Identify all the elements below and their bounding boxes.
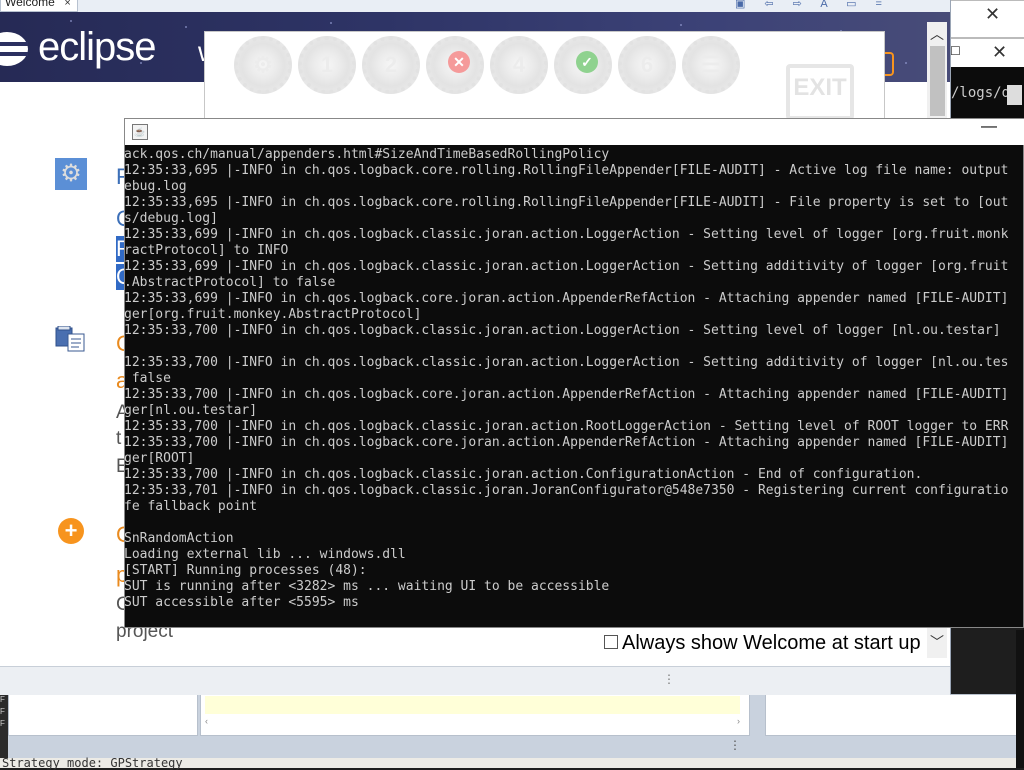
resize-grip-icon[interactable]: ⋮ [663,672,675,686]
customize-gear-icon[interactable]: ⚙ [55,158,87,190]
settings-step-icon[interactable]: ⚙ [234,36,292,94]
console-line: 12:35:33,699 |-INFO in ch.qos.logback.cl… [124,227,1009,242]
clipboard-icon[interactable] [55,325,87,352]
console-line: ger[nl.ou.testar] [124,403,258,418]
eclipse-logo-text: eclipse [38,25,157,69]
always-show-label: Always show Welcome at start up [622,632,921,654]
console-line: .AbstractProtocol] to false [124,275,336,290]
scroll-down-icon[interactable]: ﹀ [930,632,944,652]
bottom-middle-hscroll[interactable]: ‹ › [205,716,740,728]
close-icon[interactable]: ✕ [992,42,1007,63]
console-line: false [124,371,171,386]
bottom-left-panel [8,694,198,736]
console-line: 12:35:33,701 |-INFO in ch.qos.logback.cl… [124,483,1009,498]
console-line: 12:35:33,695 |-INFO in ch.qos.logback.co… [124,163,1009,178]
console-line: [START] Running processes (48): [124,563,367,578]
console-line: ack.qos.ch/manual/appenders.html#SizeAnd… [124,147,610,162]
console-line: SUT is running after <3282> ms ... waiti… [124,579,610,594]
bottom-right-panel [765,694,1017,736]
eclipse-logo-icon [0,32,28,66]
console-line: 12:35:33,700 |-INFO in ch.qos.logback.cl… [124,419,1009,434]
minimize-icon[interactable]: — [981,118,997,136]
scroll-thumb[interactable] [930,46,945,116]
bottom-middle-text-field[interactable] [205,696,740,714]
console-line: ebug.log [124,179,187,194]
console-line: 12:35:33,700 |-INFO in ch.qos.logback.cl… [124,355,1009,370]
console-line: 12:35:33,700 |-INFO in ch.qos.logback.cl… [124,467,923,482]
console-line: 12:35:33,700 |-INFO in ch.qos.logback.co… [124,435,1009,450]
console-line: ger[ROOT] [124,451,195,466]
step-4-icon[interactable]: 4 [490,36,548,94]
step-1-icon[interactable]: 1 [298,36,356,94]
tab-welcome[interactable]: Welcome × [0,0,78,12]
console-line: ractProtocol] to INFO [124,243,289,258]
console-line: s/debug.log] [124,211,218,226]
console-titlebar[interactable] [125,119,1024,145]
exit-button[interactable]: EXIT [786,64,854,120]
success-check-icon: ✓ [576,51,598,73]
resize-grip-icon[interactable]: ⋮ [729,738,741,752]
console-line: 12:35:33,695 |-INFO in ch.qos.logback.co… [124,195,1009,210]
console-line: SUT accessible after <5595> ms [124,595,359,610]
welcome-item-desc: t [116,428,122,449]
java-icon: ☕ [132,124,148,140]
error-x-icon: ✕ [448,51,470,73]
console-line: ger[org.fruit.monkey.AbstractProtocol] [124,307,422,322]
console-line: SnRandomAction [124,531,234,546]
scroll-up-icon[interactable]: ︿ [930,24,944,44]
plus-icon[interactable]: + [58,518,84,544]
welcome-bottom-bar [0,666,950,695]
list-step-icon[interactable]: ☰ [682,36,740,94]
close-icon[interactable]: × [64,0,70,10]
console-output[interactable]: ack.qos.ch/manual/appenders.html#SizeAnd… [124,147,1024,627]
console-line: 12:35:33,699 |-INFO in ch.qos.logback.co… [124,291,1009,306]
left-console-strip: F F F [0,694,8,758]
tab-welcome-label: Welcome [5,0,55,9]
right-edge-strip [1016,630,1024,768]
always-show-checkbox[interactable]: Always show Welcome at start up [604,632,921,655]
console-line: 12:35:33,699 |-INFO in ch.qos.logback.cl… [124,259,1009,274]
step-6-icon[interactable]: 6 [618,36,676,94]
welcome-toolbar-icons[interactable]: ▣ ⇦ ⇨ A ▭ = [735,0,890,10]
console-line: 12:35:33,700 |-INFO in ch.qos.logback.co… [124,387,1009,402]
right-window-scrollbar[interactable] [1007,85,1022,105]
console-line: 12:35:33,700 |-INFO in ch.qos.logback.cl… [124,323,1001,338]
step-2-icon[interactable]: 2 [362,36,420,94]
checkbox-icon[interactable] [604,635,618,649]
status-text: Strategy mode: GPStrategy [2,756,183,770]
maximize-icon[interactable]: ☐ [950,44,961,58]
console-line: fe fallback point [124,499,258,514]
console-line: Loading external lib ... windows.dll [124,547,406,562]
close-icon[interactable]: ✕ [985,4,1000,25]
